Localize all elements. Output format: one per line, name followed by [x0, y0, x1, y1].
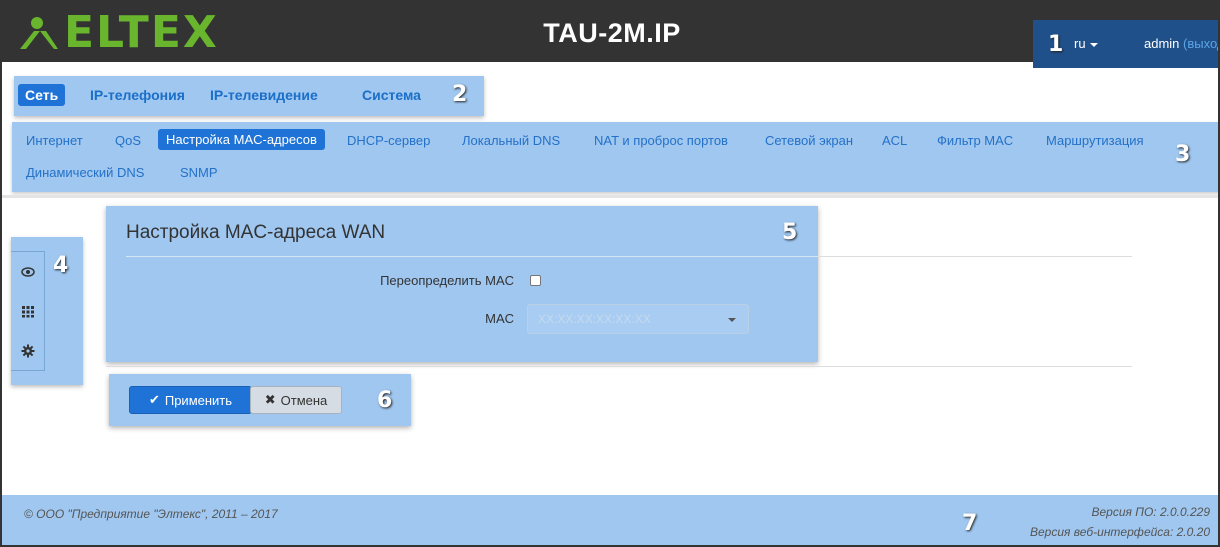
nav-item-network[interactable]: Сеть — [18, 84, 66, 106]
language-selector[interactable]: ru — [1074, 36, 1098, 51]
cancel-button[interactable]: ✖ Отмена — [250, 386, 342, 414]
subnav-item-internet[interactable]: Интернет — [26, 133, 83, 148]
subnav-item-routing[interactable]: Маршрутизация — [1046, 133, 1144, 148]
mac-label: MAC — [485, 311, 514, 326]
divider-line — [106, 366, 1132, 367]
subnav-item-local-dns[interactable]: Локальный DNS — [462, 133, 560, 148]
subnav-item-ddns[interactable]: Динамический DNS — [26, 165, 144, 180]
grid-icon[interactable] — [21, 304, 35, 318]
user-info: admin (выход) — [1144, 36, 1218, 51]
form-actions: ✔ Применить ✖ Отмена 6 — [109, 374, 411, 426]
footer: © ООО "Предприятие "Элтекс", 2011 – 2017… — [2, 495, 1218, 545]
override-mac-checkbox[interactable] — [530, 275, 541, 286]
eltex-logo-icon — [20, 17, 58, 49]
firmware-version: Версия ПО: 2.0.0.229 — [1091, 505, 1210, 519]
brand-name: ELTEX — [64, 7, 219, 58]
chevron-down-icon — [1089, 42, 1098, 47]
mac-address-select[interactable]: XX:XX:XX:XX:XX:XX — [527, 304, 749, 334]
language-value: ru — [1074, 36, 1086, 51]
subnav-item-firewall[interactable]: Сетевой экран — [765, 133, 853, 148]
check-icon: ✔ — [148, 392, 160, 407]
eltex-logo[interactable]: ELTEX — [16, 7, 219, 58]
sub-nav: Интернет QoS Настройка MAC-адресов DHCP-… — [12, 122, 1218, 192]
callout-marker-2: 2 — [452, 82, 468, 107]
subnav-item-mac-filter[interactable]: Фильтр MAC — [937, 133, 1013, 148]
apply-label: Применить — [164, 392, 233, 408]
nav-item-system[interactable]: Система — [362, 87, 421, 103]
side-toolbar: 4 — [11, 237, 83, 385]
nav-item-ip-tv[interactable]: IP-телевидение — [210, 87, 318, 103]
callout-marker-1: 1 — [1048, 32, 1064, 57]
subnav-item-acl[interactable]: ACL — [882, 133, 907, 148]
main-nav: Сеть IP-телефония IP-телевидение Система… — [14, 76, 484, 116]
side-toolbar-buttons — [11, 251, 45, 371]
close-icon: ✖ — [264, 392, 276, 407]
eye-icon[interactable] — [21, 265, 35, 279]
panel-divider — [126, 256, 818, 257]
override-mac-label: Переопределить MAC — [380, 273, 514, 288]
subnav-item-qos[interactable]: QoS — [115, 133, 141, 148]
cancel-label: Отмена — [280, 392, 328, 408]
nav-separator — [2, 195, 1218, 198]
callout-marker-5: 5 — [782, 220, 798, 245]
copyright-text: © ООО "Предприятие "Элтекс", 2011 – 2017 — [24, 507, 278, 521]
nav-item-ip-telephony[interactable]: IP-телефония — [90, 87, 185, 103]
chevron-down-icon — [728, 318, 736, 322]
web-interface-version: Версия веб-интерфейса: 2.0.20 — [1029, 525, 1210, 539]
subnav-item-snmp[interactable]: SNMP — [180, 165, 218, 180]
subnav-item-dhcp[interactable]: DHCP-сервер — [347, 133, 430, 148]
username: admin — [1144, 36, 1180, 51]
panel-title: Настройка MAC-адреса WAN — [126, 222, 386, 243]
callout-marker-3: 3 — [1175, 142, 1191, 167]
logout-link[interactable]: (выход) — [1183, 36, 1218, 51]
callout-marker-4: 4 — [53, 253, 69, 278]
mac-address-placeholder: XX:XX:XX:XX:XX:XX — [538, 312, 651, 326]
callout-marker-7: 7 — [962, 511, 978, 536]
page: ELTEX TAU-2M.IP 1 ru admin (выход) Сеть … — [0, 0, 1220, 547]
subnav-item-nat[interactable]: NAT и проброс портов — [594, 133, 728, 148]
subnav-item-mac-settings[interactable]: Настройка MAC-адресов — [158, 129, 325, 150]
divider-line — [818, 256, 1132, 257]
callout-marker-6: 6 — [377, 388, 393, 413]
mac-settings-panel: Настройка MAC-адреса WAN 5 Переопределит… — [106, 206, 818, 362]
apply-button[interactable]: ✔ Применить — [129, 386, 252, 414]
gear-icon[interactable] — [21, 344, 35, 358]
